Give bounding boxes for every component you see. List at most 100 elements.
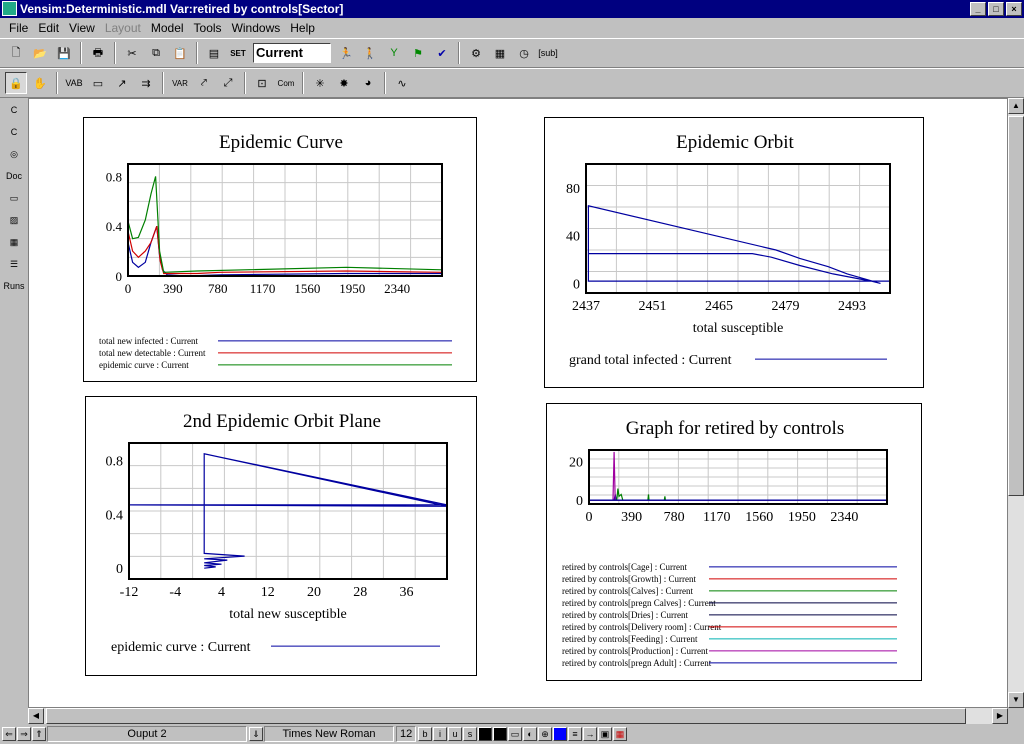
close-button[interactable]: × — [1006, 2, 1022, 16]
font-size[interactable]: 12 — [396, 726, 416, 742]
paste-icon[interactable]: 📋 — [169, 42, 191, 64]
underline-button[interactable]: u — [448, 727, 462, 741]
italic-button[interactable]: i — [433, 727, 447, 741]
variable-icon[interactable]: VAB — [63, 72, 85, 94]
maximize-button[interactable]: □ — [988, 2, 1004, 16]
scroll-up-icon[interactable]: ▲ — [1008, 98, 1024, 114]
copy-icon[interactable]: ⧉ — [145, 42, 167, 64]
loops-icon[interactable]: ◎ — [1, 144, 27, 164]
print-icon[interactable]: 🖶 — [87, 42, 109, 64]
bar-graph-icon[interactable]: ▦ — [1, 232, 27, 252]
cut-icon[interactable]: ✂ — [121, 42, 143, 64]
bold-button[interactable]: b — [418, 727, 432, 741]
vertical-scrollbar[interactable]: ▲ ▼ — [1008, 98, 1024, 708]
toolbar-separator — [114, 42, 116, 64]
prev-view-icon[interactable]: ⇐ — [2, 727, 16, 741]
menu-edit[interactable]: Edit — [33, 21, 64, 35]
delete-icon[interactable]: ✳ — [309, 72, 331, 94]
clock-icon[interactable]: ◷ — [513, 42, 535, 64]
pacman-icon[interactable]: ◕ — [357, 72, 379, 94]
synthesim-icon[interactable]: 🚶 — [359, 42, 381, 64]
x-tick-label: 0 — [586, 510, 593, 525]
comment-icon[interactable]: Com — [275, 72, 297, 94]
scroll-left-icon[interactable]: ◀ — [28, 708, 44, 724]
arrow-style-icon[interactable]: → — [583, 727, 597, 741]
sketch-comment-icon[interactable]: ⤢ — [217, 72, 239, 94]
graph-icon[interactable]: ▨ — [1, 210, 27, 230]
control-panel-icon[interactable]: ▤ — [203, 42, 225, 64]
run-name-input[interactable]: Current — [253, 43, 331, 63]
save-icon[interactable]: 💾 — [53, 42, 75, 64]
menu-windows[interactable]: Windows — [227, 21, 286, 35]
menu-model[interactable]: Model — [146, 21, 189, 35]
menu-file[interactable]: File — [4, 21, 33, 35]
reality-check-icon[interactable]: ⚙ — [465, 42, 487, 64]
sub-icon[interactable]: [sub] — [537, 42, 559, 64]
y-tick-label: 0.8 — [106, 455, 124, 470]
shadow-variable-icon[interactable]: VAR — [169, 72, 191, 94]
legend-label: total new detectable : Current — [99, 348, 206, 358]
uses-tree-icon[interactable]: C — [1, 122, 27, 142]
font-name[interactable]: Times New Roman — [264, 726, 394, 742]
x-tick-label: -4 — [169, 585, 181, 600]
minimize-button[interactable]: _ — [970, 2, 986, 16]
custom-graph-canvas[interactable]: Epidemic Curve 0 390 780 1170 1560 1950 2340 0 0.… — [28, 98, 1008, 708]
run-simulation-icon[interactable]: 🏃 — [335, 42, 357, 64]
causes-tree-icon[interactable]: C — [1, 100, 27, 120]
vertical-scroll-thumb[interactable] — [1008, 116, 1024, 496]
x-tick-label: 1170 — [250, 281, 276, 296]
epidemic-curve-graph[interactable]: Epidemic Curve 0 390 780 1170 1560 1950 2340 0 0.… — [83, 117, 477, 382]
input-output-icon[interactable]: ⤤ — [193, 72, 215, 94]
scroll-down-icon[interactable]: ▼ — [1008, 692, 1024, 708]
hand-icon[interactable]: ✋ — [29, 72, 51, 94]
next-view-icon[interactable]: ⇒ — [17, 727, 31, 741]
view-up-icon[interactable]: ⇑ — [32, 727, 46, 741]
causes-strip-icon[interactable]: ▭ — [1, 188, 27, 208]
menu-view[interactable]: View — [64, 21, 100, 35]
fill-color-icon[interactable] — [493, 727, 507, 741]
toolbar-separator — [384, 72, 386, 94]
menu-help[interactable]: Help — [285, 21, 320, 35]
title-bar: Vensim:Deterministic.mdl Var:retired by … — [0, 0, 1024, 18]
epidemic-orbit-graph[interactable]: Epidemic Orbit 2437 2451 2465 2479 2493 0 40 80 t… — [544, 117, 924, 388]
graph-tool-icon[interactable]: ▦ — [489, 42, 511, 64]
sensitivity-icon[interactable]: ⚑ — [407, 42, 429, 64]
rate-icon[interactable]: ⇉ — [135, 72, 157, 94]
orbit-plane-graph[interactable]: 2nd Epidemic Orbit Plane -12 -4 4 12 20 28 36 0 0… — [85, 396, 477, 676]
position-icon[interactable]: ⊕ — [538, 727, 552, 741]
arrow-icon[interactable]: ↗ — [111, 72, 133, 94]
io-object-icon[interactable]: ⊡ — [251, 72, 273, 94]
lock-icon[interactable]: 🔒 — [5, 72, 27, 94]
strike-button[interactable]: s — [463, 727, 477, 741]
layout-icon[interactable]: ▦ — [613, 727, 627, 741]
view-down-icon[interactable]: ⇓ — [249, 727, 263, 741]
explode-icon[interactable]: ✸ — [333, 72, 355, 94]
equation-icon[interactable]: ∿ — [391, 72, 413, 94]
app-icon[interactable] — [2, 1, 17, 16]
game-icon[interactable]: Y — [383, 42, 405, 64]
horizontal-scrollbar[interactable]: ◀ ▶ — [28, 708, 1008, 724]
new-file-icon[interactable]: 🗋 — [5, 42, 27, 64]
optimize-icon[interactable]: ✔ — [431, 42, 453, 64]
line-color-icon[interactable] — [553, 727, 567, 741]
document-icon[interactable]: Doc — [1, 166, 27, 186]
box-variable-icon[interactable]: ▭ — [87, 72, 109, 94]
retired-by-controls-graph[interactable]: Graph for retired by controls 0 390 780 1170… — [546, 403, 922, 681]
text-color-icon[interactable] — [478, 727, 492, 741]
shadow-icon[interactable]: ◐ — [523, 727, 537, 741]
scroll-right-icon[interactable]: ▶ — [992, 708, 1008, 724]
menu-tools[interactable]: Tools — [189, 21, 227, 35]
table-icon[interactable]: ☰ — [1, 254, 27, 274]
x-tick-label: 12 — [261, 585, 275, 600]
runs-compare-icon[interactable]: Runs — [1, 276, 27, 296]
set-icon[interactable]: SET — [227, 42, 249, 64]
var-style-icon[interactable]: ▣ — [598, 727, 612, 741]
horizontal-scroll-thumb[interactable] — [46, 708, 966, 724]
x-tick-label: 780 — [208, 281, 228, 296]
toolbar-separator — [196, 42, 198, 64]
line-style-icon[interactable]: ≡ — [568, 727, 582, 741]
x-tick-label: 1950 — [788, 510, 816, 525]
shape-icon[interactable]: ▭ — [508, 727, 522, 741]
open-folder-icon[interactable]: 📂 — [29, 42, 51, 64]
view-name[interactable]: Ouput 2 — [47, 726, 247, 742]
